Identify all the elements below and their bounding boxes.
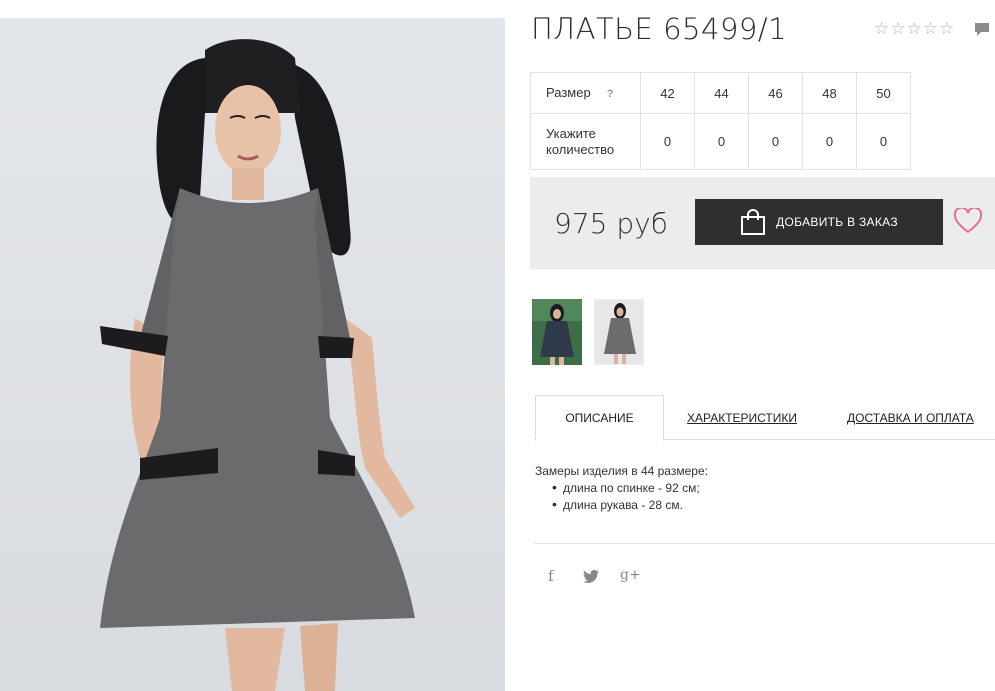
quantity-input[interactable]: 0 — [856, 113, 911, 170]
size-cell: 46 — [748, 72, 803, 114]
size-label: Размер — [546, 84, 591, 100]
comment-icon[interactable] — [974, 22, 990, 42]
thumbnail-2[interactable] — [594, 299, 644, 365]
list-item: длина рукава - 28 см. — [552, 496, 708, 513]
size-table: Размер? 42 44 46 48 50 Укажите количеств… — [530, 72, 911, 170]
facebook-icon[interactable]: f — [548, 567, 554, 585]
quantity-input[interactable]: 0 — [802, 113, 857, 170]
size-cell: 50 — [856, 72, 911, 114]
size-help-icon[interactable]: ? — [607, 88, 614, 100]
description: Замеры изделия в 44 размере: длина по сп… — [535, 463, 708, 513]
description-list: длина по спинке - 92 см; длина рукава - … — [552, 479, 708, 513]
size-cell: 42 — [640, 72, 695, 114]
price: 975 руб — [554, 207, 668, 240]
main-product-photo[interactable] — [0, 18, 505, 691]
twitter-icon[interactable] — [583, 570, 599, 583]
add-to-order-label: ДОБАВИТЬ В ЗАКАЗ — [776, 215, 898, 229]
size-header-cell: Размер? — [530, 72, 641, 114]
list-item: длина по спинке - 92 см; — [552, 479, 708, 496]
star-icon[interactable]: ☆ — [939, 20, 954, 37]
dress-model-illustration — [100, 39, 415, 691]
google-plus-icon[interactable]: g+ — [620, 567, 641, 583]
star-icon[interactable]: ☆ — [890, 20, 905, 37]
tab-characteristics[interactable]: ХАРАКТЕРИСТИКИ — [687, 395, 797, 440]
thumbnail-image — [532, 299, 582, 365]
size-cell: 44 — [694, 72, 749, 114]
shopping-bag-icon — [741, 209, 766, 235]
quantity-input[interactable]: 0 — [694, 113, 749, 170]
price-box: 975 руб ДОБАВИТЬ В ЗАКАЗ — [530, 177, 995, 269]
star-icon[interactable]: ☆ — [907, 20, 922, 37]
quantity-input[interactable]: 0 — [748, 113, 803, 170]
product-title: ПЛАТЬЕ 65499/1 — [531, 12, 788, 46]
tab-description[interactable]: ОПИСАНИЕ — [535, 395, 664, 441]
add-to-order-button[interactable]: ДОБАВИТЬ В ЗАКАЗ — [695, 199, 943, 245]
tab-delivery-payment[interactable]: ДОСТАВКА И ОПЛАТА — [847, 395, 974, 440]
quantity-label: Укажите количество — [530, 113, 641, 170]
thumbnail-1[interactable] — [532, 299, 582, 365]
divider — [534, 543, 995, 544]
quantity-input[interactable]: 0 — [640, 113, 695, 170]
heart-icon[interactable] — [954, 208, 982, 234]
product-tabs: ОПИСАНИЕ ХАРАКТЕРИСТИКИ ДОСТАВКА И ОПЛАТ… — [534, 395, 995, 441]
thumbnail-image — [595, 300, 643, 364]
size-cell: 48 — [802, 72, 857, 114]
star-icon[interactable]: ☆ — [874, 20, 889, 37]
description-intro: Замеры изделия в 44 размере: — [535, 464, 708, 478]
rating-stars[interactable]: ☆ ☆ ☆ ☆ ☆ — [874, 20, 954, 37]
star-icon[interactable]: ☆ — [923, 20, 938, 37]
